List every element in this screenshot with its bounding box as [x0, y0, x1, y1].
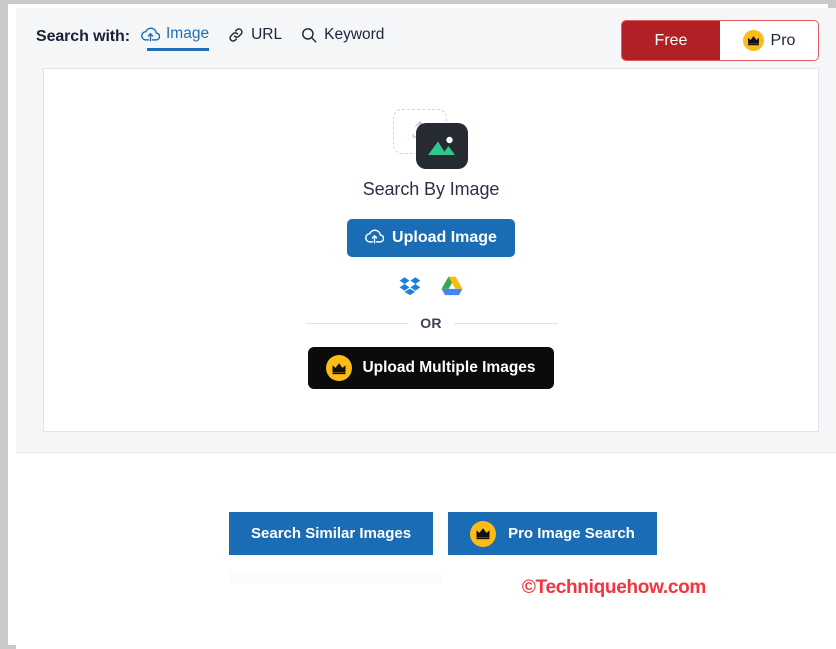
- upload-multiple-images-label: Upload Multiple Images: [362, 359, 536, 376]
- tab-image-label: Image: [166, 25, 210, 43]
- tab-url-label: URL: [251, 26, 283, 44]
- search-header: Search with: Image URL Keyword Free Pro: [16, 8, 836, 64]
- plan-free-label: Free: [654, 31, 688, 49]
- tab-image[interactable]: Image: [141, 25, 210, 51]
- link-icon: [227, 26, 245, 44]
- tab-url[interactable]: URL: [227, 26, 282, 53]
- crown-icon: [470, 520, 497, 547]
- divider-line-left: [304, 322, 409, 324]
- crown-icon: [742, 30, 764, 51]
- plan-pro-label: Pro: [770, 31, 796, 49]
- cloud-upload-icon: [365, 228, 385, 249]
- crown-icon: [326, 355, 353, 381]
- page-root: Search with: Image URL Keyword Free Pro …: [16, 8, 836, 649]
- tab-keyword-label: Keyword: [324, 26, 385, 44]
- upload-card-content: Search By Image Upload Image OR Upload M…: [44, 109, 818, 389]
- action-button-row: Search Similar Images Pro Image Search: [229, 512, 657, 555]
- image-placeholder-icon: [371, 109, 491, 171]
- results-area: Search Similar Images Pro Image Search ©…: [16, 453, 836, 649]
- or-label: OR: [420, 315, 442, 331]
- dropbox-icon[interactable]: [399, 276, 421, 296]
- search-panel: Search with: Image URL Keyword Free Pro …: [16, 8, 836, 453]
- placeholder-bar: [229, 572, 441, 584]
- pro-image-search-button[interactable]: Pro Image Search: [448, 512, 657, 555]
- upload-card: Search By Image Upload Image OR Upload M…: [43, 68, 819, 432]
- cloud-source-row: [399, 276, 463, 296]
- cloud-upload-icon: [141, 26, 160, 42]
- search-similar-images-label: Search Similar Images: [251, 525, 412, 542]
- photo-thumbnail-icon: [416, 123, 468, 169]
- search-with-label: Search with:: [36, 28, 130, 45]
- search-similar-images-button[interactable]: Search Similar Images: [229, 512, 434, 555]
- card-title: Search By Image: [362, 179, 500, 199]
- upload-multiple-images-button[interactable]: Upload Multiple Images: [308, 347, 554, 389]
- browser-frame: Search with: Image URL Keyword Free Pro …: [0, 0, 836, 649]
- divider-line-right: [453, 322, 558, 324]
- google-drive-icon[interactable]: [441, 276, 463, 296]
- or-divider: OR: [304, 315, 558, 331]
- plan-toggle: Free Pro: [621, 20, 819, 61]
- search-icon: [300, 26, 318, 44]
- watermark-text: ©Techniquehow.com: [521, 577, 706, 598]
- search-mode-tabs: Image URL Keyword: [141, 26, 384, 53]
- upload-image-button[interactable]: Upload Image: [347, 219, 515, 257]
- tab-keyword[interactable]: Keyword: [300, 26, 384, 53]
- upload-image-button-label: Upload Image: [392, 229, 497, 246]
- pro-image-search-label: Pro Image Search: [508, 525, 635, 542]
- plan-free-button[interactable]: Free: [622, 21, 720, 60]
- plan-pro-button[interactable]: Pro: [720, 21, 818, 60]
